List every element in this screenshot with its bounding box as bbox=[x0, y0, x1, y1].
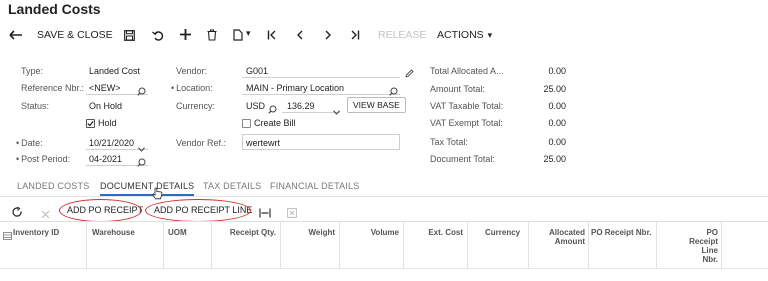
add-icon[interactable] bbox=[177, 26, 193, 42]
post-period-search-icon[interactable] bbox=[137, 154, 146, 172]
status-value: On Hold bbox=[89, 101, 123, 111]
column-header-allocated-amount[interactable]: Allocated Amount bbox=[530, 228, 585, 246]
release-button[interactable]: RELEASE bbox=[378, 28, 426, 42]
actions-label: ACTIONS bbox=[437, 29, 484, 41]
undo-icon[interactable] bbox=[150, 27, 166, 43]
hold-label: Hold bbox=[98, 118, 117, 128]
column-header-inventory-id[interactable]: Inventory ID bbox=[13, 228, 59, 237]
allocated-amount-line-2: Amount bbox=[554, 237, 585, 246]
tax-total-value: 0.00 bbox=[548, 137, 566, 147]
grid-header-bottom-border bbox=[0, 268, 768, 269]
tax-total-label: Tax Total: bbox=[430, 137, 468, 147]
tab-document-details[interactable]: DOCUMENT DETAILS bbox=[100, 181, 195, 196]
save-icon[interactable] bbox=[121, 27, 137, 43]
tabs-divider bbox=[0, 196, 768, 197]
highlight-oval bbox=[145, 199, 251, 222]
view-base-button[interactable]: VIEW BASE bbox=[347, 97, 406, 113]
date-label: Date: bbox=[16, 138, 43, 148]
column-separator bbox=[656, 222, 657, 268]
date-value: 10/21/2020 bbox=[89, 138, 135, 148]
currency-rate-chevron-down-icon[interactable] bbox=[333, 102, 340, 120]
copy-paste-icon[interactable] bbox=[229, 27, 245, 43]
column-separator bbox=[163, 222, 164, 268]
create-bill-checkbox[interactable] bbox=[242, 119, 251, 128]
column-header-receipt-qty[interactable]: Receipt Qty. bbox=[212, 228, 276, 237]
grid-settings-icon[interactable] bbox=[3, 227, 12, 245]
allocated-amount-line-1: Allocated bbox=[548, 228, 585, 237]
column-separator bbox=[403, 222, 404, 268]
column-separator bbox=[339, 222, 340, 268]
column-header-warehouse[interactable]: Warehouse bbox=[92, 228, 135, 237]
document-total-label: Document Total: bbox=[430, 154, 495, 164]
vat-exempt-value: 0.00 bbox=[548, 118, 566, 128]
tab-landed-costs[interactable]: LANDED COSTS bbox=[17, 181, 89, 191]
delete-icon[interactable] bbox=[204, 27, 220, 43]
amount-total-label: Amount Total: bbox=[430, 84, 485, 94]
currency-search-icon[interactable] bbox=[268, 101, 277, 119]
highlight-oval bbox=[59, 199, 142, 222]
column-separator bbox=[86, 222, 87, 268]
type-label: Type: bbox=[21, 66, 44, 76]
location-value: MAIN - Primary Location bbox=[246, 83, 345, 93]
previous-record-icon[interactable] bbox=[292, 27, 308, 43]
last-record-icon[interactable] bbox=[347, 27, 363, 43]
po-line-line-2: Receipt bbox=[689, 237, 718, 246]
column-separator bbox=[528, 222, 529, 268]
total-allocated-value: 0.00 bbox=[548, 66, 566, 76]
next-record-icon[interactable] bbox=[320, 27, 336, 43]
po-line-line-3: Line bbox=[701, 246, 718, 255]
post-period-value: 04-2021 bbox=[89, 154, 123, 164]
column-separator bbox=[280, 222, 281, 268]
search-icon[interactable] bbox=[137, 83, 146, 101]
create-bill-label: Create Bill bbox=[254, 118, 296, 128]
back-icon[interactable] bbox=[8, 27, 24, 43]
tab-financial-details[interactable]: FINANCIAL DETAILS bbox=[270, 181, 359, 191]
post-period-label: Post Period: bbox=[16, 154, 70, 164]
currency-rate-value: 136.29 bbox=[287, 101, 315, 111]
column-separator bbox=[721, 222, 722, 268]
vat-taxable-label: VAT Taxable Total: bbox=[430, 101, 504, 111]
column-header-weight[interactable]: Weight bbox=[282, 228, 335, 237]
currency-label: Currency: bbox=[176, 101, 216, 111]
vendor-ref-value: wertewrt bbox=[246, 138, 281, 148]
po-line-line-4: Nbr. bbox=[702, 255, 718, 264]
first-record-icon[interactable] bbox=[264, 27, 280, 43]
total-allocated-label: Total Allocated A... bbox=[430, 66, 504, 76]
page-title: Landed Costs bbox=[8, 1, 101, 17]
vendor-value: G001 bbox=[246, 66, 269, 76]
column-separator bbox=[467, 222, 468, 268]
column-header-currency[interactable]: Currency bbox=[485, 228, 520, 237]
document-total-value: 25.00 bbox=[543, 154, 566, 164]
status-label: Status: bbox=[21, 101, 50, 111]
column-header-po-receipt-nbr[interactable]: PO Receipt Nbr. bbox=[591, 228, 651, 237]
vat-taxable-value: 0.00 bbox=[548, 101, 566, 111]
copy-paste-chevron-down-icon[interactable]: ▾ bbox=[246, 28, 251, 39]
tab-tax-details[interactable]: TAX DETAILS bbox=[203, 181, 261, 191]
chevron-down-icon: ▾ bbox=[487, 29, 493, 40]
column-header-ext-cost[interactable]: Ext. Cost bbox=[405, 228, 463, 237]
actions-menu-button[interactable]: ACTIONS ▾ bbox=[437, 28, 492, 42]
save-close-button[interactable]: SAVE & CLOSE bbox=[37, 28, 113, 42]
location-label: Location: bbox=[171, 83, 213, 93]
column-header-volume[interactable]: Volume bbox=[341, 228, 399, 237]
vendor-ref-label: Vendor Ref.: bbox=[176, 138, 227, 148]
po-line-line-1: PO bbox=[706, 228, 718, 237]
currency-code: USD bbox=[246, 101, 266, 111]
column-header-uom[interactable]: UOM bbox=[168, 228, 187, 237]
vat-exempt-label: VAT Exempt Total: bbox=[430, 118, 503, 128]
vendor-label: Vendor: bbox=[176, 66, 208, 76]
reference-nbr-label: Reference Nbr.: bbox=[21, 83, 85, 93]
reference-nbr-value: <NEW> bbox=[89, 83, 121, 93]
column-separator bbox=[588, 222, 589, 268]
amount-total-value: 25.00 bbox=[543, 84, 566, 94]
hold-checkbox[interactable] bbox=[86, 119, 95, 128]
column-header-po-receipt-line-nbr[interactable]: PO Receipt Line Nbr. bbox=[660, 228, 718, 264]
grid-top-border bbox=[0, 221, 768, 222]
edit-pencil-icon[interactable] bbox=[405, 65, 414, 83]
type-value: Landed Cost bbox=[89, 66, 141, 76]
